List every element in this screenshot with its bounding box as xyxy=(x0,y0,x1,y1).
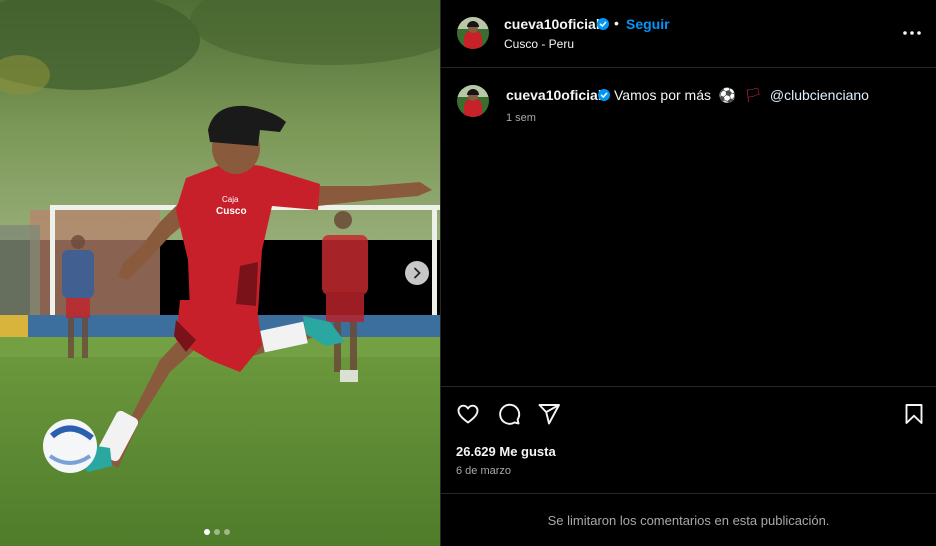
soccer-ball-emoji: ⚽ xyxy=(718,87,737,103)
carousel-indicator xyxy=(204,529,230,535)
heart-icon[interactable] xyxy=(456,402,480,426)
bookmark-icon[interactable] xyxy=(902,402,926,426)
comments-limited-notice: Se limitaron los comentarios en esta pub… xyxy=(441,493,936,546)
share-icon[interactable] xyxy=(537,402,561,426)
jersey-text-line2: Cusco xyxy=(216,206,247,217)
verified-badge-icon xyxy=(598,89,610,101)
post-photo[interactable]: Caja Cusco xyxy=(0,0,440,546)
carousel-next-button[interactable] xyxy=(405,261,429,285)
carousel-dot xyxy=(204,529,210,535)
header-username[interactable]: cueva10oficial xyxy=(504,16,600,32)
verified-badge-icon xyxy=(597,18,609,30)
location-link[interactable]: Cusco - Peru xyxy=(504,37,574,51)
comments-limited-text: Se limitaron los comentarios en esta pub… xyxy=(547,512,830,528)
likes-count[interactable]: 26.629 Me gusta xyxy=(456,444,556,459)
jersey-text-line1: Caja xyxy=(222,195,239,204)
follow-button[interactable]: Seguir xyxy=(626,16,670,32)
caption-username[interactable]: cueva10oficial xyxy=(506,87,602,103)
caption-avatar[interactable] xyxy=(457,85,489,117)
mention-link[interactable]: @clubcienciano xyxy=(770,87,869,103)
post-actions: 26.629 Me gusta 6 de marzo xyxy=(441,386,936,492)
comment-icon[interactable] xyxy=(497,402,521,426)
post-date[interactable]: 6 de marzo xyxy=(456,465,511,477)
separator-dot: • xyxy=(614,15,619,31)
carousel-dot xyxy=(224,529,230,535)
post-side-panel: cueva10oficial • Seguir Cusco - Peru cue… xyxy=(441,0,936,546)
post-header: cueva10oficial • Seguir Cusco - Peru xyxy=(441,0,936,68)
photo-canvas: Caja Cusco xyxy=(0,0,440,546)
caption: Vamos por más ⚽ 🏳 @clubcienciano xyxy=(614,87,869,104)
flag-emoji: 🏳 xyxy=(744,87,762,103)
more-options-icon[interactable] xyxy=(900,26,924,40)
chevron-right-icon xyxy=(414,267,421,279)
carousel-dot xyxy=(214,529,220,535)
caption-timestamp[interactable]: 1 sem xyxy=(506,112,536,124)
avatar[interactable] xyxy=(457,17,489,49)
caption-text: Vamos por más xyxy=(614,87,711,103)
